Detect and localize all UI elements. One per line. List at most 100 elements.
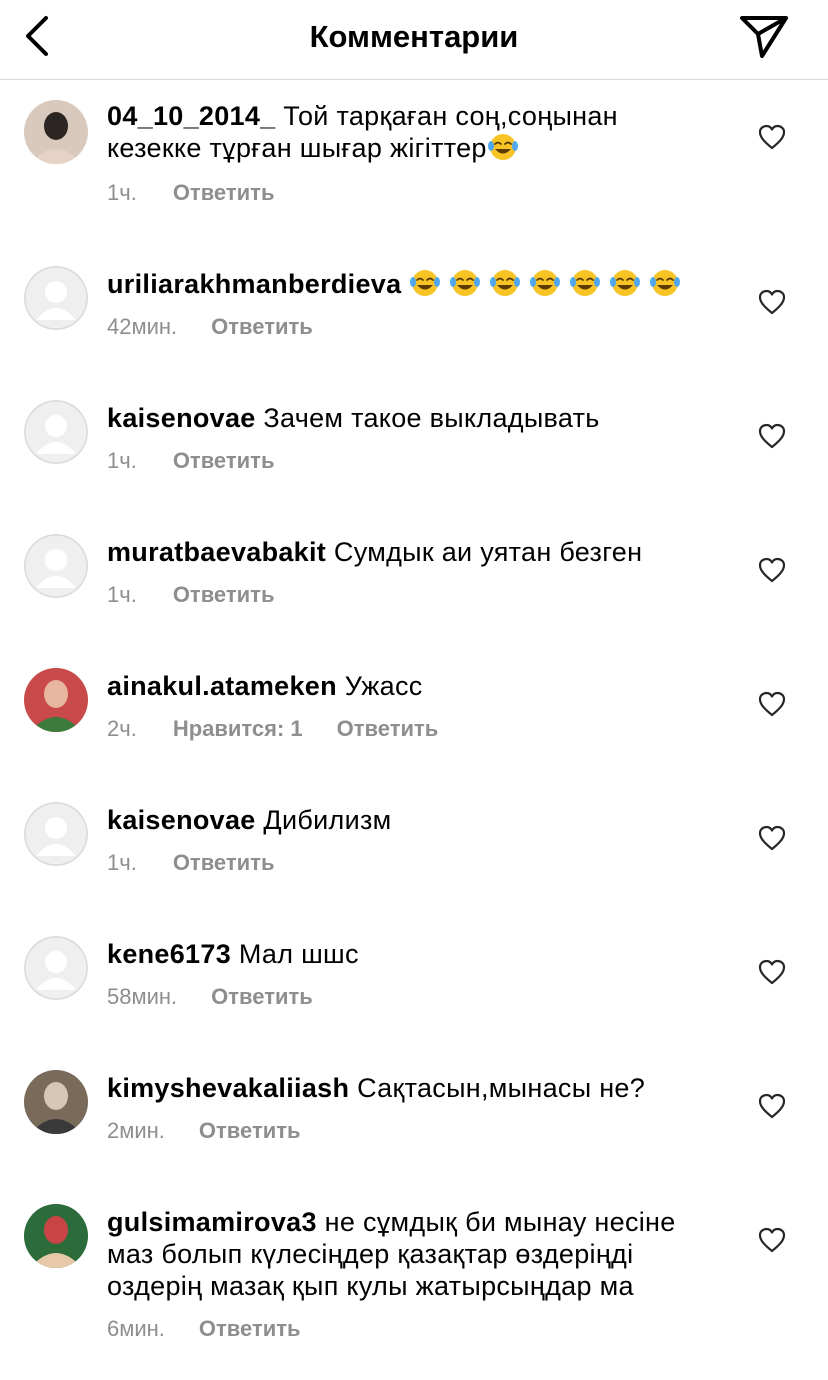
comment-meta: 2ч. Нравится: 1 Ответить [107, 716, 438, 742]
reply-button[interactable]: Ответить [173, 850, 275, 876]
comment-username[interactable]: ainakul.atameken [107, 671, 337, 701]
heart-icon [758, 691, 786, 717]
comment-time: 42мин. [107, 314, 178, 339]
comment-meta: 1ч. Ответить [107, 850, 274, 876]
comment-text: kene6173 Мал шшс [107, 938, 707, 970]
reply-button[interactable]: Ответить [211, 314, 313, 340]
laughing-emoji-icon [450, 270, 481, 296]
comment-likes[interactable]: Нравится: 1 [173, 716, 303, 742]
comment-username[interactable]: kene6173 [107, 939, 231, 969]
reply-button[interactable]: Ответить [337, 716, 439, 742]
default-avatar-icon [24, 266, 88, 330]
profile-photo-icon [24, 1204, 88, 1268]
like-button[interactable] [758, 959, 786, 985]
laughing-emoji-icon [650, 270, 681, 296]
like-button[interactable] [758, 423, 786, 449]
reply-button[interactable]: Ответить [173, 582, 275, 608]
comment-text: kaisenovae Дибилизм [107, 804, 707, 836]
like-button[interactable] [758, 1093, 786, 1119]
like-button[interactable] [758, 825, 786, 851]
comment-username[interactable]: kimyshevakaliiash [107, 1073, 349, 1103]
avatar[interactable] [24, 802, 88, 866]
avatar[interactable] [24, 534, 88, 598]
comment-text: muratbaevabakit Сумдык аи уятан безген [107, 536, 707, 568]
heart-icon [758, 124, 786, 150]
reply-button[interactable]: Ответить [173, 180, 275, 206]
comment-time: 58мин. [107, 984, 178, 1009]
comment-text: ainakul.atameken Ужасс [107, 670, 707, 702]
profile-photo-icon [24, 100, 88, 164]
comment-time: 6мин. [107, 1316, 165, 1341]
default-avatar-icon [24, 802, 88, 866]
default-avatar-icon [24, 400, 88, 464]
comment-meta: 6мин. Ответить [107, 1316, 301, 1342]
laughing-emoji-icon [490, 270, 521, 296]
avatar[interactable] [24, 1204, 88, 1268]
heart-icon [758, 959, 786, 985]
laughing-emoji-icon [570, 270, 601, 296]
laughing-emoji-icon [610, 270, 641, 296]
like-button[interactable] [758, 124, 786, 150]
comment-text: kaisenovae Зачем такое выкладывать [107, 402, 707, 434]
comment-username[interactable]: uriliarakhmanberdieva [107, 269, 401, 299]
comment-username[interactable]: kaisenovae [107, 805, 256, 835]
comment-time: 1ч. [107, 850, 137, 875]
default-avatar-icon [24, 936, 88, 1000]
heart-icon [758, 557, 786, 583]
laughing-emoji-icon [530, 270, 561, 296]
comment-message: Сумдык аи уятан безген [333, 537, 643, 567]
comment-meta: 1ч. Ответить [107, 180, 274, 206]
comment-text: uriliarakhmanberdieva [107, 268, 707, 300]
comment-time: 1ч. [107, 180, 137, 205]
reply-button[interactable]: Ответить [173, 448, 275, 474]
page-title: Комментарии [309, 19, 519, 54]
comment-meta: 2мин. Ответить [107, 1118, 301, 1144]
comment-message: Мал шшс [238, 939, 359, 969]
comment-username[interactable]: kaisenovae [107, 403, 256, 433]
comment-meta: 58мин. Ответить [107, 984, 313, 1010]
reply-button[interactable]: Ответить [199, 1118, 301, 1144]
heart-icon [758, 423, 786, 449]
comment-meta: 42мин. Ответить [107, 314, 313, 340]
comment-message: Ужасс [344, 671, 423, 701]
comment-meta: 1ч. Ответить [107, 448, 274, 474]
comment-time: 2мин. [107, 1118, 165, 1143]
laughing-emoji-icon [487, 134, 518, 160]
profile-photo-icon [24, 1070, 88, 1134]
avatar[interactable] [24, 668, 88, 732]
paper-plane-icon [740, 16, 788, 58]
comment-time: 2ч. [107, 716, 137, 741]
like-button[interactable] [758, 289, 786, 315]
comment-time: 1ч. [107, 582, 137, 607]
like-button[interactable] [758, 1227, 786, 1253]
header: Комментарии [0, 0, 828, 80]
avatar[interactable] [24, 266, 88, 330]
heart-icon [758, 1227, 786, 1253]
heart-icon [758, 289, 786, 315]
heart-icon [758, 1093, 786, 1119]
comment-username[interactable]: gulsimamirova3 [107, 1207, 317, 1237]
avatar[interactable] [24, 400, 88, 464]
comment-username[interactable]: 04_10_2014_ [107, 101, 275, 131]
comment-message: Сақтасын,мынасы не? [357, 1073, 646, 1103]
reply-button[interactable]: Ответить [211, 984, 313, 1010]
comment-username[interactable]: muratbaevabakit [107, 537, 326, 567]
like-button[interactable] [758, 557, 786, 583]
avatar[interactable] [24, 1070, 88, 1134]
laughing-emoji-icon [410, 270, 441, 296]
reply-button[interactable]: Ответить [199, 1316, 301, 1342]
comment-meta: 1ч. Ответить [107, 582, 274, 608]
comment-text: 04_10_2014_ Той тарқаған соң,соңынан кез… [107, 100, 707, 164]
avatar[interactable] [24, 936, 88, 1000]
comment-time: 1ч. [107, 448, 137, 473]
profile-photo-icon [24, 668, 88, 732]
share-button[interactable] [738, 12, 790, 60]
heart-icon [758, 825, 786, 851]
avatar[interactable] [24, 100, 88, 164]
comment-text: kimyshevakaliiash Сақтасын,мынасы не? [107, 1072, 707, 1104]
comment-message: Дибилизм [263, 805, 392, 835]
default-avatar-icon [24, 534, 88, 598]
comment-message: Зачем такое выкладывать [263, 403, 600, 433]
comment-text: gulsimamirova3 не сұмдық би мынау несіне… [107, 1206, 707, 1302]
like-button[interactable] [758, 691, 786, 717]
